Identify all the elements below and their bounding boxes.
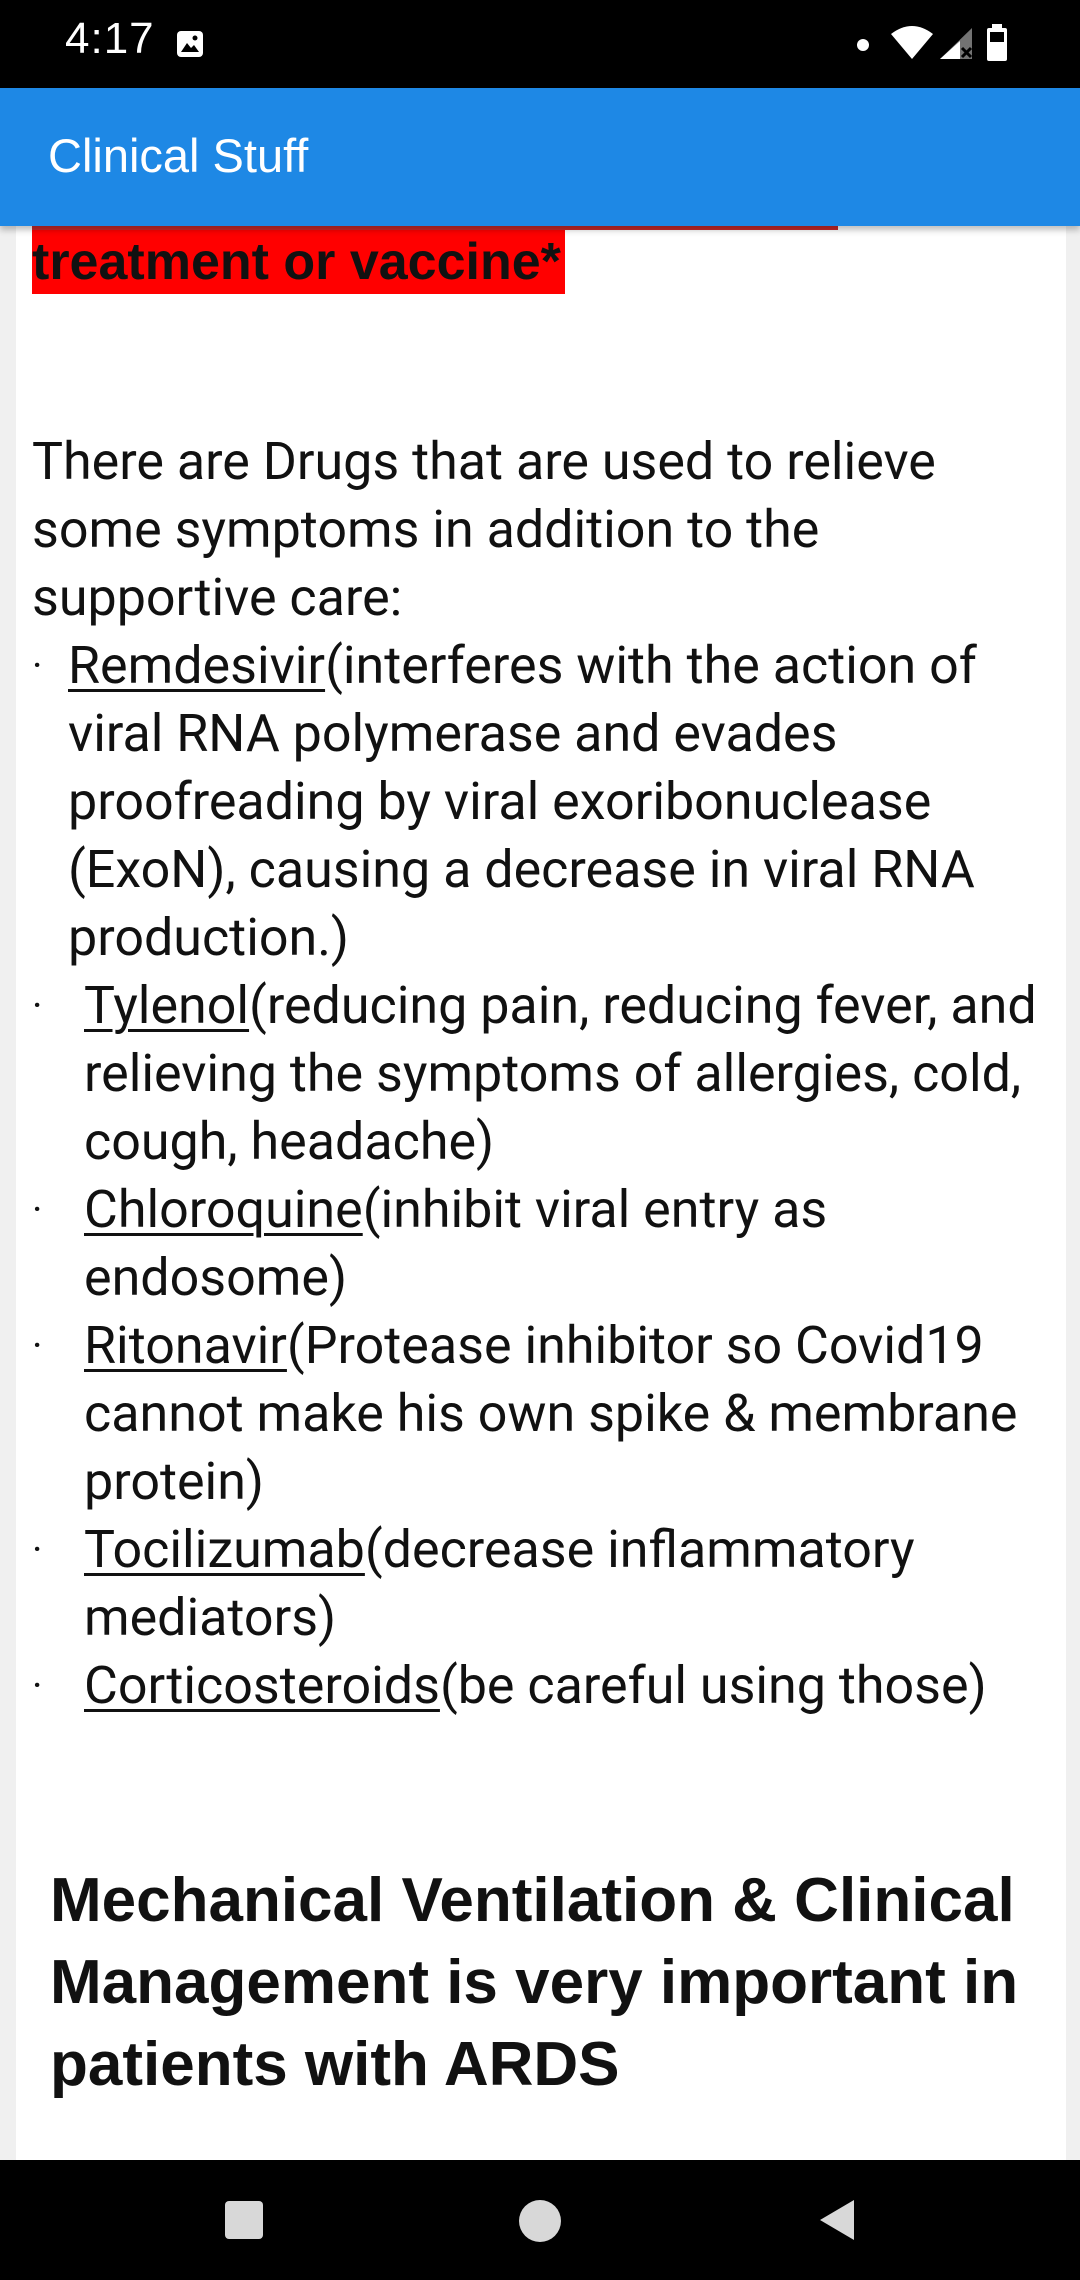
- drug-name-link[interactable]: Corticosteroids: [84, 1655, 440, 1716]
- drug-list-item: · Remdesivir(interferes with the action o…: [32, 632, 1062, 972]
- drug-list-item: · Corticosteroids(be careful using those): [32, 1652, 1062, 1720]
- bullet: ·: [32, 1526, 43, 1573]
- bullet: ·: [32, 1662, 43, 1709]
- back-button[interactable]: [818, 2198, 856, 2242]
- drug-name-link[interactable]: Remdesivir: [68, 635, 325, 696]
- dot-icon: [857, 39, 869, 51]
- drug-list-item: · Chloroquine(inhibit viral entry as endo…: [32, 1176, 1062, 1312]
- drug-list-item: · Ritonavir(Protease inhibitor so Covid19…: [32, 1312, 1062, 1516]
- status-bar: 4:17: [0, 0, 1080, 88]
- navigation-bar: [0, 2160, 1080, 2280]
- app-bar: Clinical Stuff: [0, 88, 1080, 226]
- wifi-icon: [891, 26, 933, 59]
- drug-name-link[interactable]: Ritonavir: [84, 1315, 287, 1376]
- battery-icon: [987, 24, 1007, 61]
- signal-icon: [940, 28, 973, 59]
- drug-list-item: · Tocilizumab(decrease inflammatory media…: [32, 1516, 1062, 1652]
- image-icon: [177, 31, 203, 57]
- red-highlight-heading: treatment or vaccine*: [32, 230, 565, 294]
- drug-name-link[interactable]: Tylenol: [84, 975, 249, 1036]
- bullet: ·: [32, 1322, 43, 1369]
- status-time: 4:17: [65, 14, 155, 63]
- bullet: ·: [32, 642, 43, 689]
- drug-name-link[interactable]: Tocilizumab: [84, 1519, 365, 1580]
- drug-list: · Remdesivir(interferes with the action o…: [32, 632, 1062, 1720]
- section-heading: Mechanical Ventilation & Clinical Manage…: [50, 1866, 1019, 2099]
- recent-apps-button[interactable]: [225, 2201, 263, 2239]
- drug-name-link[interactable]: Chloroquine: [84, 1179, 363, 1240]
- drug-description: (be careful using those): [439, 1655, 987, 1716]
- intro-paragraph: There are Drugs that are used to relieve…: [32, 431, 936, 628]
- article-content[interactable]: treatment or vaccine* There are Drugs th…: [16, 226, 1066, 2160]
- bullet: ·: [32, 1186, 43, 1233]
- app-title: Clinical Stuff: [48, 129, 309, 182]
- home-button[interactable]: [519, 2200, 561, 2242]
- drug-list-item: · Tylenol(reducing pain, reducing fever, …: [32, 972, 1062, 1176]
- bullet: ·: [32, 982, 43, 1029]
